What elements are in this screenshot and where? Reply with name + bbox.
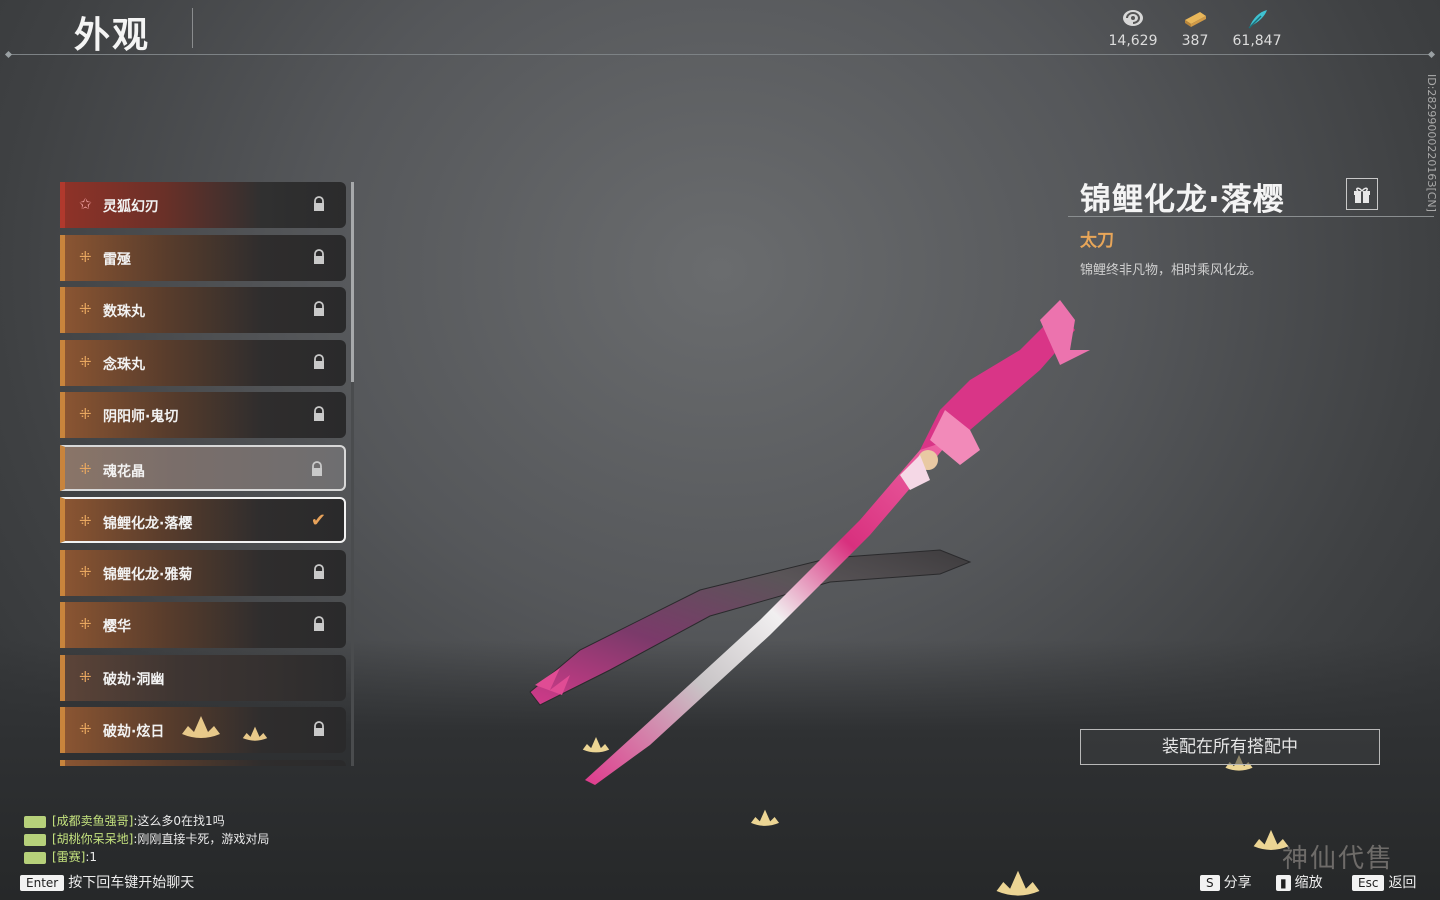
skin-item-partial[interactable]: [60, 759, 346, 766]
gold-ingot-icon: [1160, 8, 1230, 30]
world-channel-icon: [24, 815, 46, 828]
share-hint[interactable]: S 分享: [1200, 872, 1252, 892]
equip-all-button[interactable]: 装配在所有搭配中: [1080, 729, 1380, 765]
mouse-icon: ▮: [1276, 875, 1291, 891]
clover-icon: ⁜: [79, 405, 92, 423]
zoom-hint[interactable]: ▮ 缩放: [1276, 872, 1323, 892]
list-scrollbar[interactable]: [351, 182, 354, 766]
lotus-icon: [242, 726, 268, 741]
page-title: 外观: [74, 15, 151, 56]
skin-item-shuzhuwan[interactable]: ⁜ 数珠丸: [60, 287, 346, 333]
star-icon: ✩: [79, 195, 92, 213]
lock-icon: [312, 563, 326, 580]
lock-icon: [312, 301, 326, 317]
skin-item-nianzhuwan[interactable]: ⁜ 念珠丸: [60, 339, 346, 386]
chat-log: [成都卖鱼强哥]:这么多0在找1吗 [胡桃你呆呆地]:刚刚直接卡死，游戏对局 […: [24, 812, 269, 866]
lotus-icon: [996, 870, 1040, 896]
clover-icon: ⁜: [79, 459, 92, 478]
player-id: ID:2829900022016З[CN]: [1425, 74, 1438, 212]
lotus-icon: [750, 809, 780, 826]
skin-name: 锦鲤化龙·落樱: [1080, 182, 1285, 218]
clover-icon: ⁜: [79, 720, 92, 738]
chat-message: [雷赛]:1: [24, 848, 269, 866]
clover-icon: ⁜: [79, 562, 92, 581]
skin-item-leiji[interactable]: ⁜ 雷殛: [60, 234, 346, 281]
jade-feather-icon: [1222, 8, 1292, 30]
currency-gold: 387: [1160, 8, 1230, 49]
skin-item-onmyoji-onikiri[interactable]: ⁜ 阴阳师·鬼切: [60, 392, 346, 438]
lock-icon: [312, 406, 326, 422]
skin-item-jinli-luoying[interactable]: ⁜ 锦鲤化龙·落樱 ✔: [60, 497, 346, 543]
chat-message: [成都卖鱼强哥]:这么多0在找1吗: [24, 812, 269, 830]
watermark: 神仙代售: [1282, 844, 1395, 874]
weapon-preview[interactable]: [500, 290, 1120, 810]
clover-icon: ⁜: [79, 300, 92, 318]
skin-description: 锦鲤终非凡物，相时乘风化龙。: [1080, 263, 1263, 278]
lotus-icon: [182, 716, 220, 738]
skin-item-linghu[interactable]: ✩ 灵狐幻刃: [60, 182, 346, 228]
clover-icon: ⁜: [79, 615, 92, 633]
skin-item-jinli-yaju[interactable]: ⁜ 锦鲤化龙·雅菊: [60, 549, 346, 596]
skin-item-hunhuajing[interactable]: ⁜ 魂花晶: [60, 444, 346, 491]
enter-key: Enter: [20, 875, 65, 891]
check-icon: ✔: [310, 510, 326, 531]
clover-icon: ⁜: [79, 352, 92, 371]
skin-item-pojie-dongyou[interactable]: ⁜ 破劫·洞幽: [60, 654, 346, 701]
back-hint[interactable]: Esc 返回: [1352, 872, 1416, 892]
header-divider: [6, 54, 1434, 55]
s-key: S: [1200, 875, 1220, 891]
lock-icon: [312, 248, 326, 265]
chat-input-hint[interactable]: Enter 按下回车键开始聊天: [20, 872, 194, 892]
gift-button[interactable]: [1346, 178, 1378, 210]
lotus-icon: [582, 737, 610, 753]
chat-message: [胡桃你呆呆地]:刚刚直接卡死，游戏对局: [24, 830, 269, 848]
clover-icon: ⁜: [79, 247, 92, 266]
gift-icon: [1354, 187, 1370, 203]
lock-icon: [310, 460, 324, 477]
lock-icon: [312, 616, 326, 632]
world-channel-icon: [24, 851, 46, 864]
detail-divider: [1068, 216, 1434, 217]
weapon-type: 太刀: [1080, 231, 1114, 251]
title-divider: [192, 8, 193, 48]
esc-key: Esc: [1352, 875, 1385, 891]
lock-icon: [312, 721, 326, 737]
lock-icon: [312, 196, 326, 212]
currency-spiral: 14,629: [1098, 8, 1168, 49]
skin-list[interactable]: ✩ 灵狐幻刃 ⁜ 雷殛 ⁜ 数珠丸 ⁜ 念珠丸 ⁜ 阴阳师·鬼切 ⁜ 魂花晶 ⁜…: [60, 182, 346, 766]
clover-icon: ⁜: [79, 512, 92, 530]
world-channel-icon: [24, 833, 46, 846]
currency-feather: 61,847: [1222, 8, 1292, 49]
lock-icon: [312, 353, 326, 370]
list-scrollbar-thumb[interactable]: [351, 182, 354, 382]
clover-icon: ⁜: [79, 667, 92, 686]
skin-item-yinghua[interactable]: ⁜ 樱华: [60, 602, 346, 648]
spiral-coin-icon: [1098, 8, 1168, 30]
